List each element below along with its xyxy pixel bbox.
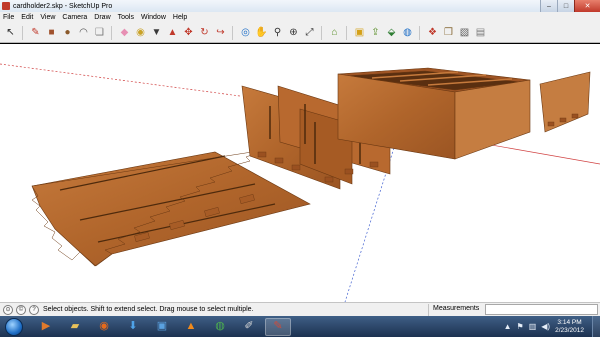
rotate-tool-icon[interactable]: ↻ [197,25,212,40]
offset-tool-icon[interactable]: ↪ [213,25,228,40]
show-desktop-button[interactable] [592,316,600,337]
menu-window[interactable]: Window [141,14,166,21]
window-controls: – □ ✕ [540,0,600,12]
menu-help[interactable]: Help [173,14,187,21]
model-canvas[interactable] [0,44,600,302]
clock[interactable]: 3:14 PM 2/23/2012 [555,319,584,335]
clock-time: 3:14 PM [557,318,582,326]
circle-tool-icon[interactable]: ● [60,25,75,40]
toolbar-separator [321,25,325,40]
extension-warehouse-icon[interactable]: ❖ [425,25,440,40]
components-icon[interactable]: ❒ [441,25,456,40]
explorer-icon[interactable]: ▰ [62,318,88,336]
windows-taskbar: ▶ ▰ ◉ ⬇ ▣ ▲ ◍ ✐ ✎ ▲ ⚑ ▥ ◀) 3:14 PM 2/23/2012 [0,316,600,337]
toolbar-separator [111,25,115,40]
pan-icon[interactable]: ✋ [254,25,269,40]
main-toolbar: ↖ ✎ ■ ● ◠ ❏ ◆ ◉ ▼ ▲ ✥ ↻ ↪ ◎ ✋ ⚲ ⊕ ⤢ ⌂ ▣ ⇪ ⬙ ◍ ❖ ❒ ▧ ▤ [0,23,600,43]
share-model-icon[interactable]: ⇪ [368,25,383,40]
action-center-icon[interactable]: ⚑ [517,322,524,331]
taskbar-apps: ▶ ▰ ◉ ⬇ ▣ ▲ ◍ ✐ ✎ [33,317,294,336]
styles-icon[interactable]: ▧ [457,25,472,40]
line-tool-icon[interactable]: ✎ [28,25,43,40]
clock-date: 2/23/2012 [555,326,584,334]
paint-icon[interactable]: ✐ [236,318,262,336]
toolbar-separator [419,25,423,40]
arc-tool-icon[interactable]: ◠ [76,25,91,40]
network-icon[interactable]: ▥ [529,322,537,331]
menu-file[interactable]: File [3,14,14,21]
model-viewport[interactable] [0,44,600,302]
eraser-icon[interactable]: ◆ [117,25,132,40]
previous-view-icon[interactable]: ⌂ [327,25,342,40]
zoom-extents-icon[interactable]: ⤢ [302,25,317,40]
credits-icon[interactable]: © [16,304,26,315]
media-center-icon[interactable]: ▣ [149,318,175,336]
downloads-icon[interactable]: ⬇ [120,318,146,336]
orbit-icon[interactable]: ◎ [238,25,253,40]
get-photo-texture-icon[interactable]: ◍ [400,25,415,40]
status-divider [428,304,429,316]
start-button[interactable] [5,317,23,336]
rectangle-tool-icon[interactable]: ■ [44,25,59,40]
minimize-button[interactable]: – [540,0,557,12]
system-tray: ▲ ⚑ ▥ ◀) 3:14 PM 2/23/2012 [504,316,600,337]
volume-icon[interactable]: ◀) [541,322,550,331]
menu-edit[interactable]: Edit [21,14,33,21]
vlc-icon[interactable]: ▲ [178,318,204,336]
toolbar-separator [232,25,236,40]
firefox-icon[interactable]: ◉ [91,318,117,336]
measurements-input[interactable] [485,304,598,315]
make-component-icon[interactable]: ❏ [92,25,107,40]
tape-measure-icon[interactable]: ◉ [133,25,148,40]
sketchup-icon[interactable]: ✎ [265,317,291,336]
menu-view[interactable]: View [40,14,55,21]
sketchup-app-icon [2,2,10,10]
layers-icon[interactable]: ▤ [473,25,488,40]
move-tool-icon[interactable]: ✥ [181,25,196,40]
zoom-icon[interactable]: ⚲ [270,25,285,40]
toolbar-separator [22,25,26,40]
end-panel[interactable] [539,71,591,133]
help-icon[interactable]: ? [29,304,39,315]
zoom-window-icon[interactable]: ⊕ [286,25,301,40]
status-bar: ⊙ © ? Select objects. Shift to extend se… [0,302,600,316]
push-pull-icon[interactable]: ▲ [165,25,180,40]
red-axis [0,63,241,97]
get-models-icon[interactable]: ▣ [352,25,367,40]
show-hidden-icons-icon[interactable]: ▲ [504,322,512,331]
select-tool-icon[interactable]: ↖ [3,25,18,40]
status-message: Select objects. Shift to extend select. … [43,306,254,313]
close-button[interactable]: ✕ [574,0,600,12]
toolbar-separator [346,25,350,40]
menu-tools[interactable]: Tools [118,14,134,21]
title-bar: cardholder2.skp - SketchUp Pro – □ ✕ [0,0,600,12]
geo-location-icon[interactable]: ⊙ [3,304,13,315]
menu-camera[interactable]: Camera [62,14,87,21]
base-board[interactable] [31,149,311,267]
measurements-label: Measurements [433,305,480,312]
menu-bar: File Edit View Camera Draw Tools Window … [0,12,600,23]
paint-bucket-icon[interactable]: ▼ [149,25,164,40]
maximize-button[interactable]: □ [557,0,574,12]
chrome-icon[interactable]: ◍ [207,318,233,336]
window-title: cardholder2.skp - SketchUp Pro [13,2,113,10]
media-player-icon[interactable]: ▶ [33,318,59,336]
share-component-icon[interactable]: ⬙ [384,25,399,40]
menu-draw[interactable]: Draw [94,14,110,21]
